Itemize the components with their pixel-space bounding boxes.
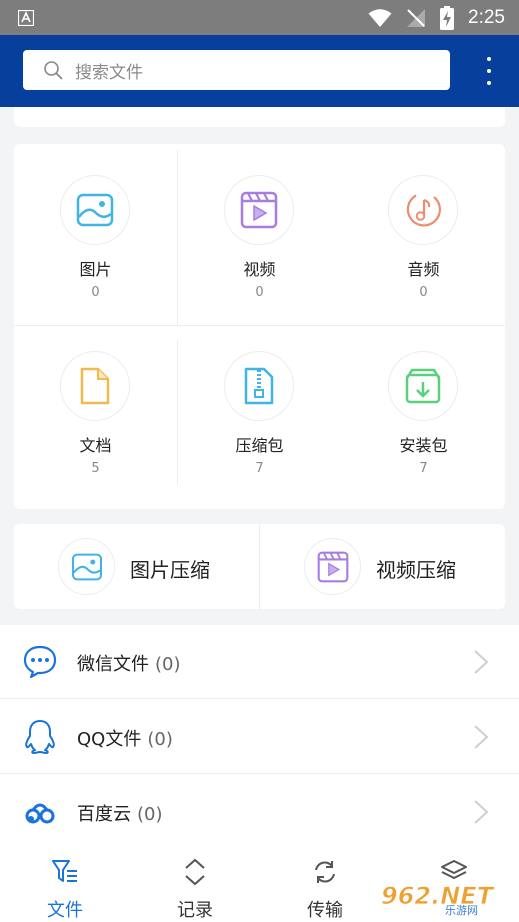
category-audio[interactable]: 音频 0 (342, 144, 505, 319)
baidu-cloud-icon (25, 803, 55, 824)
tab-label: 文件 (47, 900, 83, 921)
category-name: 文档 (79, 436, 112, 455)
list-item-label: 微信文件 (77, 654, 149, 675)
expand-vertical-icon (185, 858, 205, 886)
chevron-right-icon (474, 650, 489, 674)
category-name: 音频 (407, 260, 440, 279)
search-icon (44, 61, 63, 80)
battery-charging-icon (440, 6, 455, 30)
category-grid: 图片 0 视频 0 音频 0 文档 5 压缩包 7 安装包 7 (14, 144, 505, 509)
list-item-label: 百度云 (77, 804, 131, 825)
tab-records[interactable]: 记录 (130, 845, 260, 922)
image-compress-button[interactable]: 图片压缩 (14, 524, 259, 609)
category-archives[interactable]: 压缩包 7 (178, 320, 341, 495)
video-compress-label: 视频压缩 (376, 558, 456, 582)
list-item-text: QQ文件 (0) (77, 725, 173, 751)
more-dot-icon (487, 81, 491, 85)
compress-tools: 图片压缩 视频压缩 (14, 524, 505, 609)
app-header: 搜索文件 (0, 35, 519, 107)
category-installers[interactable]: 安装包 7 (342, 320, 505, 495)
list-item-wechat[interactable]: 微信文件 (0) (0, 625, 519, 699)
video-compress-icon-circle (304, 538, 361, 595)
notification-a-icon (18, 10, 34, 26)
category-count: 7 (419, 461, 428, 476)
source-list: 微信文件 (0) QQ文件 (0) 百度云 (0) (0, 625, 519, 845)
list-item-label: QQ文件 (77, 729, 142, 750)
more-options-button[interactable] (485, 57, 493, 85)
list-item-count: (0) (137, 804, 163, 825)
category-count: 0 (255, 285, 264, 300)
list-item-baidu-cloud[interactable]: 百度云 (0) (0, 775, 519, 849)
more-dot-icon (487, 69, 491, 73)
category-name: 安装包 (399, 436, 448, 455)
video-icon (317, 551, 348, 582)
image-icon (76, 193, 114, 227)
category-documents[interactable]: 文档 5 (14, 320, 177, 495)
list-item-qq[interactable]: QQ文件 (0) (0, 700, 519, 774)
image-compress-label: 图片压缩 (130, 558, 210, 582)
category-count: 0 (419, 285, 428, 300)
image-compress-icon-circle (58, 538, 115, 595)
qq-penguin-icon (25, 720, 55, 754)
category-video[interactable]: 视频 0 (178, 144, 341, 319)
list-item-text: 百度云 (0) (77, 800, 163, 826)
tab-transfer[interactable]: 传输 (260, 845, 390, 922)
video-icon-circle (224, 175, 294, 245)
wifi-icon (368, 9, 392, 27)
video-compress-button[interactable]: 视频压缩 (260, 524, 505, 609)
apk-icon-circle (388, 351, 458, 421)
list-item-count: (0) (155, 654, 181, 675)
search-placeholder: 搜索文件 (75, 62, 143, 83)
watermark-subtext: 乐游网 (445, 904, 478, 916)
status-time: 2:25 (468, 7, 505, 28)
category-name: 图片 (79, 260, 112, 279)
audio-icon-circle (388, 175, 458, 245)
wechat-chat-icon (23, 645, 57, 679)
zip-icon-circle (224, 351, 294, 421)
category-count: 5 (91, 461, 100, 476)
music-disc-icon (406, 194, 441, 227)
status-bar: 2:25 (0, 0, 519, 35)
image-icon-circle (60, 175, 130, 245)
list-item-count: (0) (147, 729, 173, 750)
tab-label: 记录 (177, 900, 213, 921)
document-icon (80, 367, 110, 405)
list-item-text: 微信文件 (0) (77, 650, 181, 676)
bottom-navigation: 文件 记录 传输 962.NET 乐游网 (0, 845, 519, 922)
chevron-right-icon (474, 800, 489, 824)
more-dot-icon (487, 57, 491, 61)
sync-icon (315, 861, 335, 883)
divider (0, 773, 519, 774)
tab-label: 传输 (307, 900, 343, 921)
tab-files[interactable]: 文件 (0, 845, 130, 922)
category-name: 压缩包 (235, 436, 284, 455)
chevron-right-icon (474, 725, 489, 749)
category-images[interactable]: 图片 0 (14, 144, 177, 319)
video-icon (240, 191, 278, 229)
search-input[interactable]: 搜索文件 (23, 50, 450, 90)
zip-file-icon (244, 367, 274, 405)
divider (0, 698, 519, 699)
collapsed-card (14, 107, 505, 127)
image-icon (71, 553, 102, 580)
category-count: 7 (255, 461, 264, 476)
watermark-logo: 962.NET 乐游网 (381, 882, 495, 916)
category-count: 0 (91, 285, 100, 300)
category-name: 视频 (243, 260, 276, 279)
install-package-icon (405, 368, 441, 404)
filter-files-icon (52, 860, 77, 882)
no-signal-icon (407, 9, 426, 27)
document-icon-circle (60, 351, 130, 421)
